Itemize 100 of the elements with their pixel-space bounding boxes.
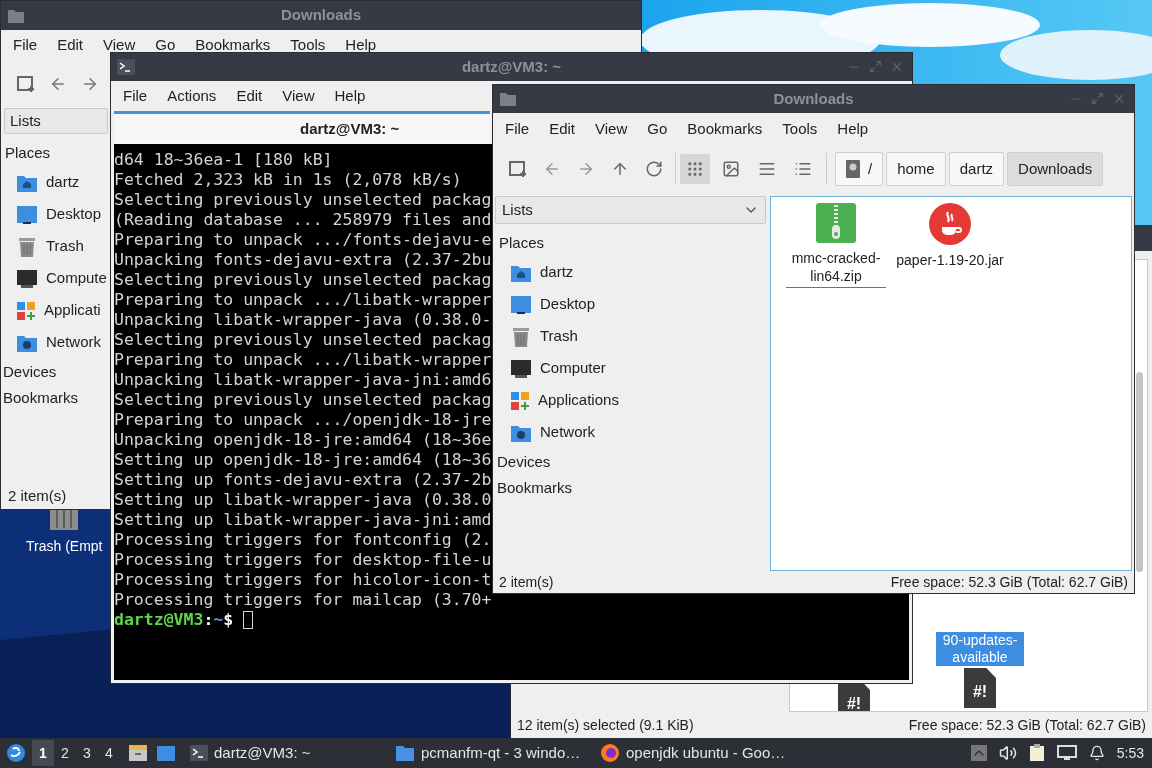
sidebar-item[interactable]: Trash (495, 320, 766, 353)
network-icon[interactable] (1056, 745, 1077, 761)
list-icon (758, 160, 776, 178)
back-icon[interactable] (49, 75, 67, 93)
trash-icon (16, 235, 38, 258)
menu-item[interactable]: Help (335, 33, 387, 57)
menu-item[interactable]: Edit (47, 33, 94, 57)
sidebar-item[interactable]: Network (1, 326, 111, 359)
sidebar-item[interactable]: dartz (495, 256, 766, 289)
sidebar-item[interactable]: dartz (1, 166, 111, 199)
menu-item[interactable]: Edit (226, 84, 273, 108)
menu-item[interactable]: Tools (280, 33, 336, 57)
terminal-line: Unpacking libatk-wrapper-java-jni:amd6 (114, 372, 492, 388)
menu-item[interactable]: View (93, 33, 146, 57)
terminal-line: Setting up libatk-wrapper-java-jni:amd (114, 512, 492, 528)
terminal-icon (117, 59, 135, 75)
taskbar-button[interactable]: openjdk ubuntu - Goo… (596, 741, 801, 765)
path-button[interactable]: / (835, 152, 884, 186)
workspace-button[interactable]: 1 (32, 740, 54, 766)
shell-prompt: dartz@VM3:~$ (114, 610, 234, 630)
terminal-line: (Reading database ... 258979 files and (114, 212, 492, 228)
up-icon[interactable] (611, 160, 629, 178)
menu-item[interactable]: Help (324, 84, 376, 108)
terminal-line: Processing triggers for fontconfig (2. (114, 532, 492, 548)
script-file-icon: #! (964, 668, 996, 708)
terminal-line: Setting up libatk-wrapper-java (0.38.0 (114, 492, 492, 508)
section-header[interactable]: Devices (495, 448, 766, 475)
window-title: Downloads (773, 88, 854, 109)
file-tile[interactable]: mmc-cracked-lin64.zip (785, 203, 887, 288)
sidebar-item[interactable]: Network (495, 416, 766, 449)
monitor-icon (16, 268, 38, 289)
taskbar-button[interactable]: dartz@VM3: ~ (186, 741, 391, 765)
drive-icon (846, 160, 860, 178)
clipboard-icon[interactable] (1028, 744, 1045, 762)
trash-icon (510, 325, 532, 348)
zipper-icon (816, 203, 856, 243)
show-hidden-icon[interactable] (970, 745, 987, 761)
terminal-tab[interactable]: dartz@VM3: ~ (114, 111, 490, 144)
taskbar-button[interactable]: pcmanfm-qt - 3 windo… (391, 741, 596, 765)
sidebar-item[interactable]: Desktop (1, 198, 111, 231)
reload-icon[interactable] (645, 160, 663, 178)
terminal-line: Preparing to unpack .../fonts-dejavu-e (114, 232, 492, 248)
terminal-line: Setting up openjdk-18-jre:amd64 (18~36 (114, 452, 492, 468)
workspace-button[interactable]: 3 (76, 740, 98, 766)
workspace-button[interactable]: 4 (98, 740, 120, 766)
grid-icon (686, 160, 704, 178)
menu-item[interactable]: File (113, 84, 158, 108)
workspace-button[interactable]: 2 (54, 740, 76, 766)
menu-item[interactable]: Go (637, 117, 678, 141)
menu-item[interactable]: Actions (157, 84, 227, 108)
terminal-line: Unpacking libatk-wrapper-java (0.38.0- (114, 312, 492, 328)
section-header[interactable]: Bookmarks (1, 385, 111, 412)
panel-selector[interactable]: Lists (4, 108, 108, 134)
folder-icon[interactable] (156, 744, 176, 762)
sidebar-item[interactable]: Compute (1, 262, 111, 295)
menu-item[interactable]: File (3, 33, 48, 57)
path-button[interactable]: dartz (948, 152, 1005, 186)
sidebar-item[interactable]: Desktop (495, 288, 766, 321)
menu-item[interactable]: File (495, 117, 540, 141)
applications-icon (510, 390, 530, 411)
section-header[interactable]: Devices (1, 358, 111, 385)
sidebar-item[interactable]: Applications (495, 384, 766, 417)
desktop-icon-label[interactable]: Trash (Empt (26, 536, 103, 557)
forward-icon[interactable] (81, 75, 99, 93)
folder-icon (7, 7, 25, 24)
notification-icon[interactable] (1088, 745, 1105, 761)
terminal-line: Processing triggers for desktop-file-u (114, 552, 492, 568)
menu-item[interactable]: Go (145, 33, 186, 57)
sidebar-item[interactable]: Trash (1, 230, 111, 263)
file-manager-icon[interactable] (128, 744, 148, 762)
monitor-icon (510, 358, 532, 379)
image-icon (722, 160, 740, 178)
menu-item[interactable]: Help (827, 117, 879, 141)
new-tab-icon[interactable] (17, 75, 35, 93)
free-space-text: Free space: 52.3 GiB (Total: 62.7 GiB) (908, 715, 1146, 735)
view-mode-button[interactable] (680, 154, 710, 184)
path-button[interactable]: Downloads (1007, 152, 1104, 186)
path-button[interactable]: home (886, 152, 946, 186)
menu-item[interactable]: Tools (772, 117, 828, 141)
terminal-icon (190, 745, 208, 761)
coffee-cup-icon (929, 203, 971, 245)
terminal-line: Preparing to unpack .../libatk-wrapper (114, 352, 492, 368)
menu-item[interactable]: Bookmarks (185, 33, 281, 57)
window-title: Downloads (281, 5, 361, 26)
window-title: dartz@VM3: ~ (461, 56, 562, 77)
menu-item[interactable]: Bookmarks (677, 117, 773, 141)
terminal-line: Processing triggers for hicolor-icon-t (114, 572, 492, 588)
menu-item[interactable]: Edit (539, 117, 586, 141)
sidebar-item[interactable]: Computer (495, 352, 766, 385)
section-header[interactable]: Bookmarks (495, 475, 766, 502)
terminal-line: Selecting previously unselected packag (114, 272, 492, 288)
volume-icon[interactable] (998, 744, 1017, 762)
sidebar-item[interactable]: Applicati (1, 294, 111, 327)
panel-selector[interactable]: Lists (495, 196, 766, 224)
menu-item[interactable]: View (272, 84, 325, 108)
start-menu-icon[interactable] (6, 743, 26, 763)
new-tab-icon[interactable] (509, 160, 527, 178)
terminal-line: Preparing to unpack .../openjdk-18-jre (114, 412, 492, 428)
terminal-line: Selecting previously unselected packag (114, 392, 492, 408)
menu-item[interactable]: View (585, 117, 638, 141)
